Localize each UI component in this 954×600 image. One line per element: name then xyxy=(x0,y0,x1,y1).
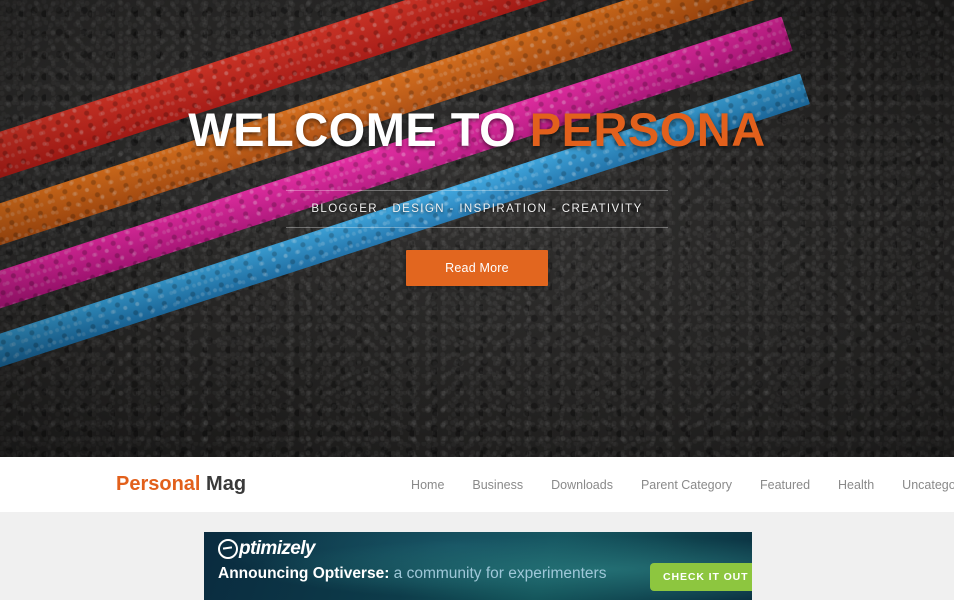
site-logo-secondary: Mag xyxy=(200,473,247,495)
hero-title: WELCOME TO PERSONA xyxy=(188,0,765,154)
nav-item-health[interactable]: Health xyxy=(824,478,888,492)
site-logo-primary: Personal xyxy=(116,473,201,495)
optimizely-logo-text: ptimizely xyxy=(239,538,316,559)
hero-title-main: WELCOME TO xyxy=(188,103,530,156)
hero-subtitle: BLOGGER - DESIGN - INSPIRATION - CREATIV… xyxy=(311,203,643,216)
hero-divider-bottom xyxy=(286,227,668,229)
site-logo[interactable]: Personal Mag xyxy=(116,473,246,496)
nav-item-featured[interactable]: Featured xyxy=(746,478,824,492)
advertisement-banner[interactable]: ptimizely Announcing Optiverse: a commun… xyxy=(204,532,752,600)
nav-item-parent-category[interactable]: Parent Category xyxy=(627,478,746,492)
ad-headline-light: a community for experimenters xyxy=(389,565,607,582)
ad-headline-bold: Announcing Optiverse: xyxy=(218,565,390,582)
hero-divider-top xyxy=(286,190,668,192)
hero-banner: WELCOME TO PERSONA BLOGGER - DESIGN - IN… xyxy=(0,0,954,457)
hero-title-accent: PERSONA xyxy=(529,103,766,156)
main-menu: Home Business Downloads Parent Category … xyxy=(397,478,954,492)
nav-item-downloads[interactable]: Downloads xyxy=(537,478,627,492)
read-more-button[interactable]: Read More xyxy=(406,250,548,287)
nav-item-home[interactable]: Home xyxy=(397,478,458,492)
circled-o-icon xyxy=(218,539,238,559)
content-area: ptimizely Announcing Optiverse: a commun… xyxy=(0,512,954,600)
site-navbar: Personal Mag Home Business Downloads Par… xyxy=(0,457,954,512)
nav-item-uncategorized[interactable]: Uncategorized xyxy=(888,478,954,492)
check-it-out-button[interactable]: CHECK IT OUT xyxy=(650,563,752,591)
ad-headline: Announcing Optiverse: a community for ex… xyxy=(218,565,606,583)
optimizely-logo: ptimizely xyxy=(218,538,316,560)
nav-item-business[interactable]: Business xyxy=(458,478,537,492)
hero-content: WELCOME TO PERSONA BLOGGER - DESIGN - IN… xyxy=(0,0,954,457)
page-root: WELCOME TO PERSONA BLOGGER - DESIGN - IN… xyxy=(0,0,954,600)
